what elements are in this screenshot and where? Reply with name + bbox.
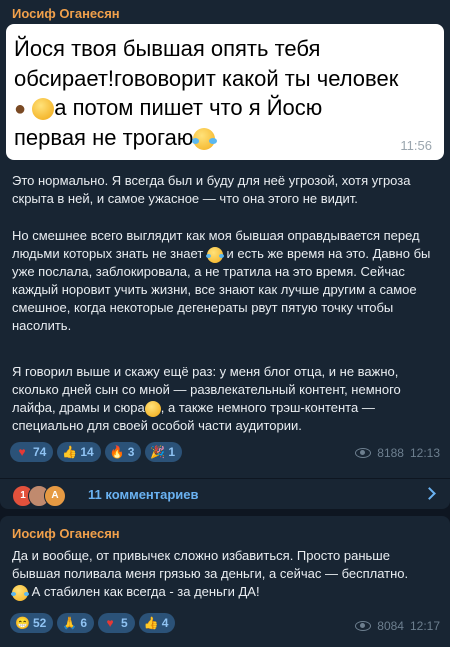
reaction-count: 14 [80, 445, 94, 459]
laughing-tears-emoji-icon [191, 127, 218, 150]
post-author[interactable]: Иосиф Оганесян [12, 526, 120, 541]
reaction-count: 52 [33, 616, 47, 630]
reaction-button[interactable]: 🎉 1 [145, 442, 183, 462]
laughing-tears-emoji-icon [205, 246, 225, 263]
post-meta: 8084 12:17 [355, 619, 440, 633]
post-author[interactable]: Иосиф Оганесян [12, 6, 120, 21]
reaction-count: 4 [161, 616, 169, 630]
comments-count-label[interactable]: 11 комментариев [88, 487, 199, 502]
avatar: A [44, 485, 66, 507]
view-count: 8084 [377, 619, 404, 633]
reaction-button[interactable]: 😁 52 [10, 613, 54, 633]
quote-line: обсирает!гововорит какой ты человек [14, 65, 399, 91]
paragraph-text: Да и вообще, от привычек сложно избавить… [12, 548, 409, 581]
reaction-button[interactable]: 👍 4 [138, 613, 176, 633]
quoted-message-text: Йося твоя бывшая опять тебя обсирает!гов… [14, 34, 434, 152]
thumbs-up-icon: 👍 [62, 445, 78, 459]
comments-button[interactable]: 1 A 11 комментариев [0, 478, 450, 509]
post-meta: 8188 12:13 [355, 446, 440, 460]
fire-icon: 🔥 [109, 445, 125, 459]
reaction-button[interactable]: ♥ 5 [98, 613, 135, 633]
reaction-button[interactable]: 👍 14 [57, 442, 101, 462]
quote-timestamp: 11:56 [400, 138, 432, 153]
eye-icon [355, 448, 372, 458]
quote-line: Йося твоя бывшая опять тебя [14, 36, 321, 61]
quote-line: а потом пишет что я Йосю [54, 95, 323, 120]
reaction-button[interactable]: 🙏 6 [57, 613, 95, 633]
reaction-count: 6 [80, 616, 88, 630]
reaction-count: 74 [33, 445, 47, 459]
post-paragraph: Это нормально. Я всегда был и буду для н… [12, 173, 411, 206]
post-time: 12:13 [409, 446, 440, 460]
smile-emoji-icon [144, 400, 161, 417]
reaction-count: 3 [127, 445, 135, 459]
post-paragraph: Я говорил выше и скажу ещё раз: у меня б… [12, 363, 432, 435]
reaction-button[interactable]: 🔥 3 [104, 442, 142, 462]
reaction-count: 5 [121, 616, 128, 630]
quote-line: первая не трогаю [14, 124, 194, 150]
poo-emoji-icon: ● [14, 98, 27, 121]
paragraph-text: А стабилен как всегда - за деньги ДА! [31, 584, 260, 599]
thumbs-up-icon: 👍 [143, 616, 159, 630]
reactions-bar: ♥ 74 👍 14 🔥 3 🎉 1 [10, 442, 183, 462]
grin-icon: 😁 [15, 616, 30, 630]
heart-icon: ♥ [18, 445, 26, 459]
heart-icon: ♥ [106, 616, 114, 630]
channel-post[interactable]: Иосиф Оганесян Да и вообще, от привычек … [0, 516, 450, 647]
reaction-count: 1 [168, 445, 176, 459]
reactions-bar: 😁 52 🙏 6 ♥ 5 👍 4 [10, 613, 176, 633]
commenter-avatars: 1 A [12, 485, 76, 507]
chevron-right-icon [423, 487, 436, 500]
laughing-tears-emoji-icon [10, 584, 30, 601]
post-time: 12:17 [409, 619, 440, 633]
eye-icon [355, 621, 372, 631]
view-count: 8188 [377, 446, 404, 460]
reaction-button[interactable]: ♥ 74 [10, 442, 54, 462]
post-paragraph: Но смешнее всего выглядит как моя бывшая… [12, 227, 432, 335]
quoted-message[interactable]: Йося твоя бывшая опять тебя обсирает!гов… [6, 24, 444, 160]
channel-post[interactable]: Иосиф Оганесян Йося твоя бывшая опять те… [0, 0, 450, 509]
party-popper-icon: 🎉 [150, 445, 166, 459]
post-paragraph: Да и вообще, от привычек сложно избавить… [10, 547, 432, 601]
monocle-face-emoji-icon [32, 98, 55, 121]
praying-hands-icon: 🙏 [62, 616, 78, 630]
